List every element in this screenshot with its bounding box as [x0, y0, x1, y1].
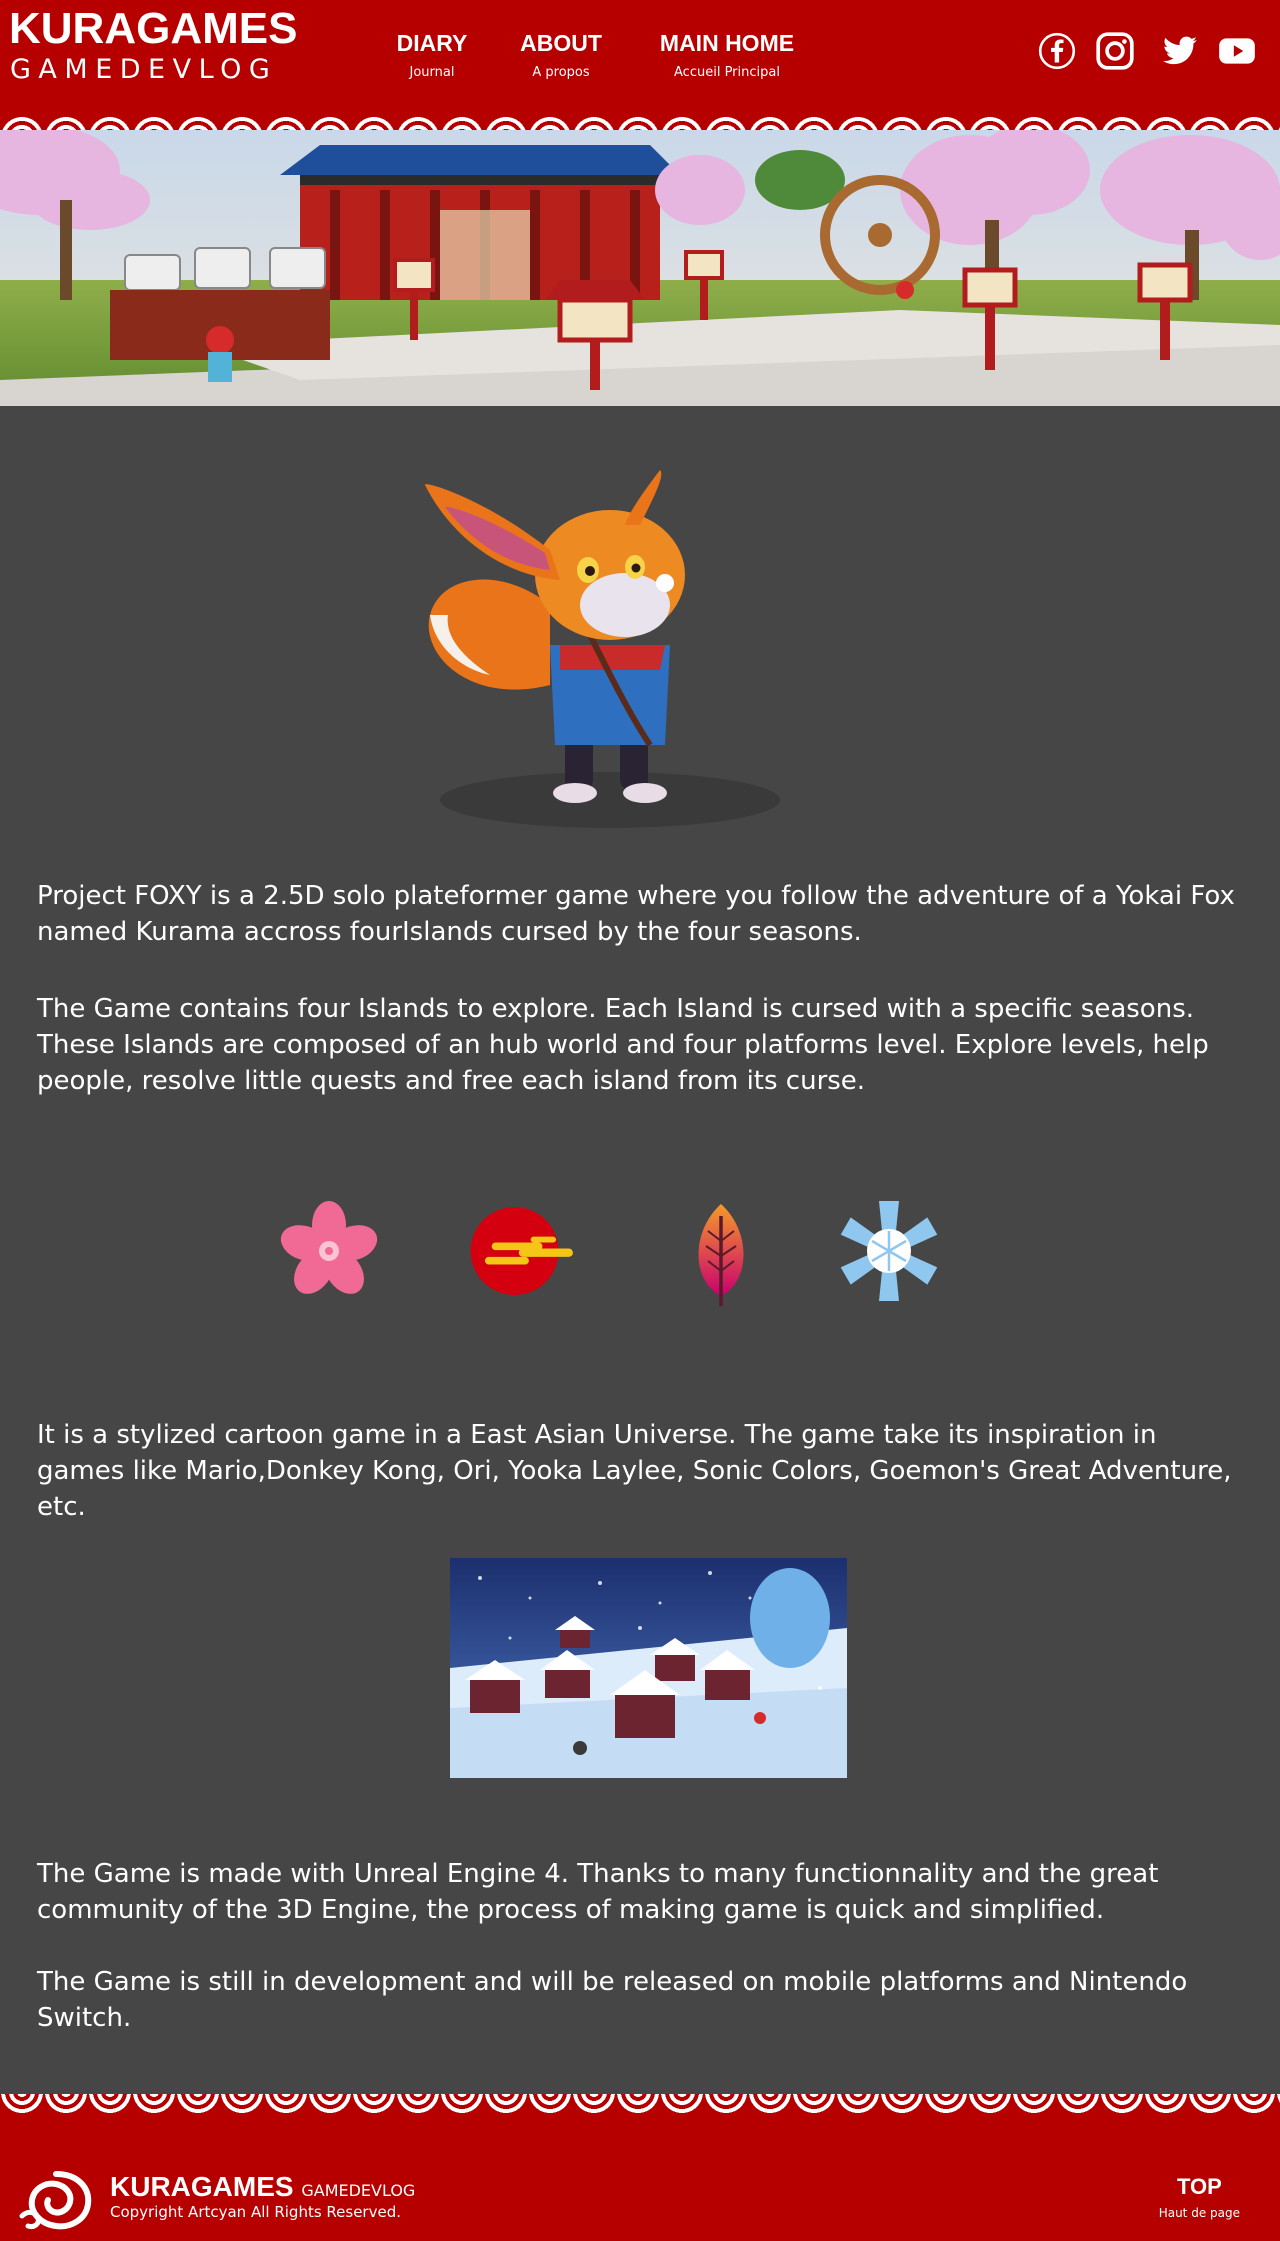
universe-paragraph: It is a stylized cartoon game in a East … — [37, 1420, 1232, 1522]
release-paragraph: The Game is still in development and wil… — [37, 1967, 1188, 2033]
wave-border-bottom — [0, 2094, 1280, 2134]
cherry-blossom-icon — [280, 1201, 378, 1294]
twitter-icon[interactable] — [1158, 30, 1200, 72]
facebook-icon[interactable] — [1036, 30, 1078, 72]
autumn-leaf-icon — [698, 1204, 744, 1306]
site-footer: KURAGAMES GAMEDEVLOG Copyright Artcyan A… — [0, 2134, 1280, 2241]
footer-copyright: Copyright Artcyan All Rights Reserved. — [110, 2203, 401, 2221]
top-sublabel: Haut de page — [1158, 2206, 1240, 2220]
nav-diary[interactable]: DIARY Journal — [392, 28, 472, 82]
nav-about-sublabel: A propos — [532, 65, 590, 80]
nav-about-label: ABOUT — [520, 30, 602, 56]
nav-about[interactable]: ABOUT A propos — [512, 28, 610, 82]
youtube-icon[interactable] — [1216, 30, 1258, 72]
nav-diary-sublabel: Journal — [409, 65, 455, 80]
logo-subtitle[interactable]: GAMEDEVLOG — [10, 54, 277, 86]
sun-icon — [470, 1207, 573, 1295]
intro-paragraph: Project FOXY is a 2.5D solo plateformer … — [37, 881, 1235, 947]
instagram-icon[interactable] — [1094, 30, 1136, 72]
nav-main-home[interactable]: MAIN HOME Accueil Principal — [650, 28, 804, 82]
back-to-top-link[interactable]: TOP Haut de page — [1159, 2174, 1240, 2221]
snowflake-icon — [840, 1201, 938, 1301]
kurama-fox-character-image — [424, 470, 780, 828]
village-banner-image — [0, 130, 1280, 406]
site-header: KURAGAMES GAMEDEVLOG DIARY Journal ABOUT… — [0, 0, 1280, 100]
islands-paragraph: The Game contains four Islands to explor… — [37, 994, 1209, 1096]
footer-subtitle: GAMEDEVLOG — [301, 2181, 416, 2200]
nav-diary-label: DIARY — [396, 30, 468, 56]
winter-island-screenshot — [450, 1558, 847, 1778]
nav-main-home-label: MAIN HOME — [659, 30, 795, 56]
engine-paragraph: The Game is made with Unreal Engine 4. T… — [37, 1859, 1159, 1925]
footer-title: KURAGAMES — [110, 2171, 294, 2202]
nav-main-home-sublabel: Accueil Principal — [674, 65, 780, 80]
logo-title[interactable]: KURAGAMES — [9, 3, 297, 55]
top-label: TOP — [1176, 2174, 1222, 2199]
kuragames-swirl-logo-icon[interactable] — [18, 2166, 94, 2232]
